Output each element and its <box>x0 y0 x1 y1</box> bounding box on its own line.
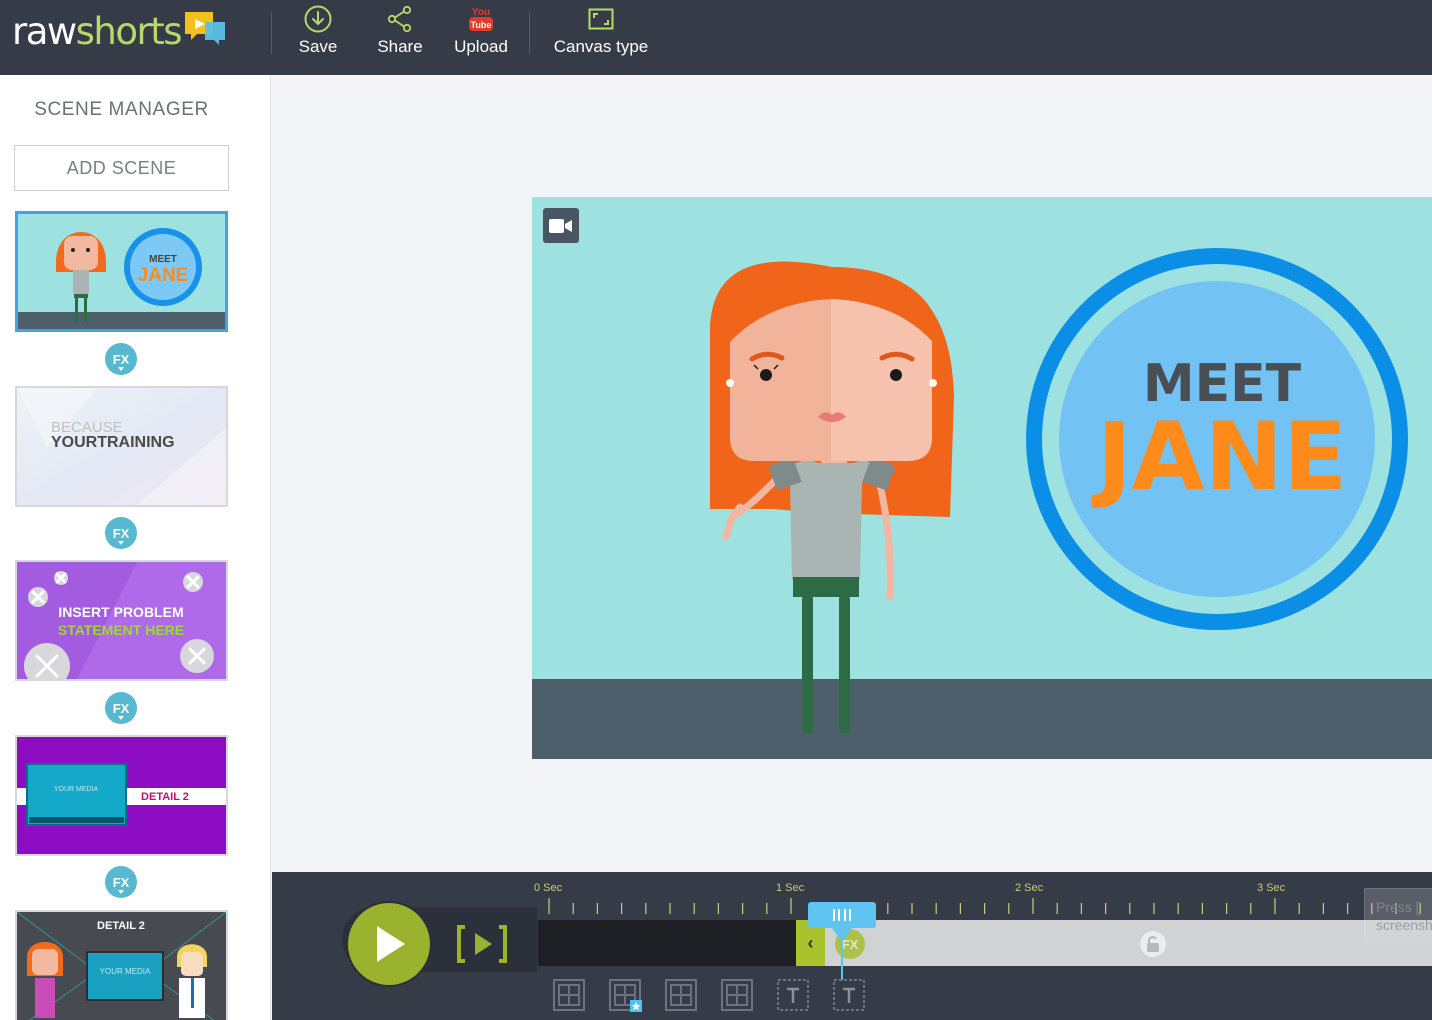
upload-label: Upload <box>454 37 508 56</box>
scene-4-fx-button[interactable]: FX <box>105 866 137 898</box>
tooltip-line-2: screensh <box>1376 917 1432 933</box>
scene-3-text-2: STATEMENT HERE <box>58 622 184 638</box>
svg-text:You: You <box>472 7 490 18</box>
top-toolbar: rawshorts Save Share You Tube Upload Can… <box>0 0 1432 75</box>
save-button[interactable]: Save <box>294 4 342 60</box>
youtube-icon: You Tube <box>469 7 493 31</box>
scene-thumbnail-1[interactable]: MEET JANE <box>15 211 228 332</box>
scene-track-played[interactable] <box>538 920 796 966</box>
scene-1-fx-button[interactable]: FX <box>105 343 137 375</box>
upload-button[interactable]: You Tube Upload <box>448 4 514 60</box>
ruler-label-3: 3 Sec <box>1257 882 1286 894</box>
add-media-layer-icon[interactable] <box>720 978 754 1012</box>
scene-canvas[interactable]: MEET JANE <box>532 197 1432 759</box>
scene-1-text-small: MEET <box>149 254 177 265</box>
share-label: Share <box>377 37 423 56</box>
scene-4-text-2: DETAIL 2 <box>141 791 189 803</box>
scene-manager-sidebar: SCENE MANAGER ADD SCENE MEET JANE FX BEC… <box>0 75 271 1020</box>
scene-5-preview: DETAIL 2 YOUR MEDIA <box>17 912 226 1020</box>
toolbar-divider <box>271 12 272 54</box>
scene-3-fx-button[interactable]: FX <box>105 692 137 724</box>
unlock-icon[interactable] <box>1140 931 1166 957</box>
scene-1-preview: MEET JANE <box>18 214 225 329</box>
share-button[interactable]: Share <box>372 4 428 60</box>
add-scene-button[interactable]: ADD SCENE <box>14 145 229 191</box>
scene-2-preview: BECAUSE YOURTRAINING <box>17 388 226 505</box>
add-layer-icon[interactable] <box>552 978 586 1012</box>
canvas-type-label: Canvas type <box>553 37 649 56</box>
logo-speech-bubbles-icon <box>185 12 226 45</box>
rawshorts-logo[interactable]: rawshorts <box>12 8 227 54</box>
scene-manager-title: SCENE MANAGER <box>34 99 209 120</box>
ruler-label-2: 2 Sec <box>1015 882 1044 894</box>
download-circle-icon <box>304 5 332 33</box>
meet-jane-badge: MEET JANE <box>1026 248 1408 630</box>
play-button-circle <box>348 903 430 985</box>
logo-text: rawshorts <box>12 9 183 53</box>
camera-button[interactable] <box>543 208 579 243</box>
play-icon <box>377 926 405 962</box>
video-camera-icon <box>549 218 572 233</box>
scene-3-preview: INSERT PROBLEM STATEMENT HERE <box>17 562 226 679</box>
svg-text:Tube: Tube <box>471 20 492 30</box>
add-caption-icon[interactable] <box>832 978 866 1012</box>
playhead-line <box>841 940 843 980</box>
add-favorite-layer-icon[interactable] <box>608 978 642 1012</box>
padlock-open-icon <box>1147 936 1159 952</box>
play-scene-icon <box>457 925 507 963</box>
play-button[interactable] <box>346 901 432 987</box>
scene-4-preview: YOUR MEDIA DETAIL 2 <box>17 737 226 854</box>
scene-5-text-2: YOUR MEDIA <box>100 967 151 976</box>
add-text-icon[interactable] <box>776 978 810 1012</box>
tooltip-line-1: Press [ <box>1376 899 1420 915</box>
scene-thumbnail-2[interactable]: BECAUSE YOURTRAINING <box>15 386 228 507</box>
scene-3-text-1: INSERT PROBLEM <box>58 604 183 620</box>
scene-thumbnail-5[interactable]: DETAIL 2 YOUR MEDIA <box>15 910 228 1020</box>
screenshot-hint-tooltip: Press [ screensh <box>1364 888 1432 942</box>
toolbar-divider <box>529 12 530 54</box>
timeline-ruler[interactable] <box>532 898 1432 918</box>
scene-2-fx-button[interactable]: FX <box>105 517 137 549</box>
save-label: Save <box>298 37 338 56</box>
jane-headline: JANE <box>1091 403 1348 512</box>
add-image-layer-icon[interactable] <box>664 978 698 1012</box>
share-nodes-icon <box>387 5 412 33</box>
play-scene-button[interactable] <box>455 924 509 969</box>
scene-thumbnail-3[interactable]: INSERT PROBLEM STATEMENT HERE <box>15 560 228 681</box>
ruler-label-1: 1 Sec <box>776 882 805 894</box>
scene-2-text-2: YOURTRAINING <box>51 434 175 451</box>
aspect-ratio-icon <box>588 8 614 30</box>
scene-1-text-big: JANE <box>138 265 189 286</box>
scene-preview-artwork: MEET JANE <box>532 197 1432 759</box>
timeline-panel: 0 Sec 1 Sec 2 Sec 3 Sec ‹ FX Press [scr… <box>272 872 1432 1020</box>
playhead-handle[interactable] <box>808 902 876 942</box>
playhead-grip <box>833 909 851 921</box>
ruler-label-0: 0 Sec <box>534 882 563 894</box>
scene-track[interactable] <box>825 920 1432 966</box>
scene-thumbnail-4[interactable]: YOUR MEDIA DETAIL 2 <box>15 735 228 856</box>
scene-5-text-1: DETAIL 2 <box>97 920 145 932</box>
scene-4-text-1: YOUR MEDIA <box>54 786 99 793</box>
canvas-type-button[interactable]: Canvas type <box>546 4 656 60</box>
